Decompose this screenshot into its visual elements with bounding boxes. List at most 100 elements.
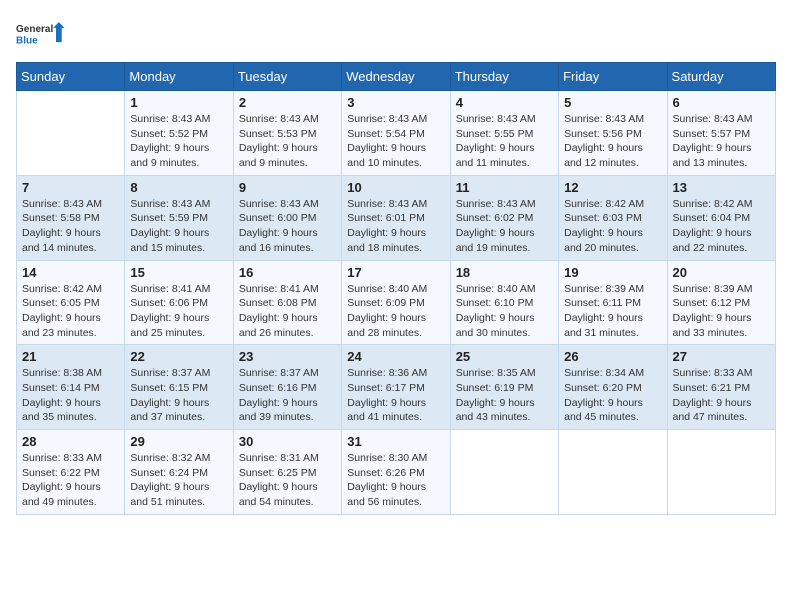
calendar-cell: 1 Sunrise: 8:43 AM Sunset: 5:52 PM Daylig… bbox=[125, 91, 233, 176]
day-number: 2 bbox=[239, 95, 336, 110]
calendar-cell: 22Sunrise: 8:37 AM Sunset: 6:15 PM Dayli… bbox=[125, 345, 233, 430]
day-detail: Sunrise: 8:41 AM Sunset: 6:08 PM Dayligh… bbox=[239, 282, 336, 341]
day-detail: Sunrise: 8:38 AM Sunset: 6:14 PM Dayligh… bbox=[22, 366, 119, 425]
col-header-thursday: Thursday bbox=[450, 63, 558, 91]
col-header-friday: Friday bbox=[559, 63, 667, 91]
day-number: 17 bbox=[347, 265, 444, 280]
day-number: 16 bbox=[239, 265, 336, 280]
calendar-header-row: SundayMondayTuesdayWednesdayThursdayFrid… bbox=[17, 63, 776, 91]
day-number: 6 bbox=[673, 95, 770, 110]
day-detail: Sunrise: 8:40 AM Sunset: 6:10 PM Dayligh… bbox=[456, 282, 553, 341]
calendar-cell: 4 Sunrise: 8:43 AM Sunset: 5:55 PM Daylig… bbox=[450, 91, 558, 176]
day-detail: Sunrise: 8:39 AM Sunset: 6:11 PM Dayligh… bbox=[564, 282, 661, 341]
day-number: 10 bbox=[347, 180, 444, 195]
col-header-tuesday: Tuesday bbox=[233, 63, 341, 91]
calendar-row: 7Sunrise: 8:43 AM Sunset: 5:58 PM Daylig… bbox=[17, 175, 776, 260]
day-number: 5 bbox=[564, 95, 661, 110]
calendar-cell: 28 Sunrise: 8:33 AM Sunset: 6:22 PM Dayli… bbox=[17, 430, 125, 515]
day-detail: Sunrise: 8:43 AM Sunset: 5:53 PM Dayligh… bbox=[239, 112, 336, 171]
day-number: 21 bbox=[22, 349, 119, 364]
calendar-cell: 16 Sunrise: 8:41 AM Sunset: 6:08 PM Dayli… bbox=[233, 260, 341, 345]
day-detail: Sunrise: 8:42 AM Sunset: 6:03 PM Dayligh… bbox=[564, 197, 661, 256]
day-detail: Sunrise: 8:37 AM Sunset: 6:16 PM Dayligh… bbox=[239, 366, 336, 425]
svg-text:Blue: Blue bbox=[16, 36, 38, 47]
page-header: General Blue bbox=[16, 16, 776, 54]
day-number: 1 bbox=[130, 95, 227, 110]
day-detail: Sunrise: 8:42 AM Sunset: 6:04 PM Dayligh… bbox=[673, 197, 770, 256]
day-detail: Sunrise: 8:33 AM Sunset: 6:21 PM Dayligh… bbox=[673, 366, 770, 425]
calendar-cell: 3Sunrise: 8:43 AM Sunset: 5:54 PM Daylig… bbox=[342, 91, 450, 176]
calendar-cell: 30 Sunrise: 8:31 AM Sunset: 6:25 PM Dayli… bbox=[233, 430, 341, 515]
day-detail: Sunrise: 8:43 AM Sunset: 5:54 PM Dayligh… bbox=[347, 112, 444, 171]
day-detail: Sunrise: 8:36 AM Sunset: 6:17 PM Dayligh… bbox=[347, 366, 444, 425]
day-number: 11 bbox=[456, 180, 553, 195]
calendar-cell: 13Sunrise: 8:42 AM Sunset: 6:04 PM Dayli… bbox=[667, 175, 775, 260]
calendar-cell: 29Sunrise: 8:32 AM Sunset: 6:24 PM Dayli… bbox=[125, 430, 233, 515]
day-detail: Sunrise: 8:42 AM Sunset: 6:05 PM Dayligh… bbox=[22, 282, 119, 341]
calendar-cell: 27 Sunrise: 8:33 AM Sunset: 6:21 PM Dayli… bbox=[667, 345, 775, 430]
day-number: 24 bbox=[347, 349, 444, 364]
day-detail: Sunrise: 8:43 AM Sunset: 6:00 PM Dayligh… bbox=[239, 197, 336, 256]
day-detail: Sunrise: 8:34 AM Sunset: 6:20 PM Dayligh… bbox=[564, 366, 661, 425]
day-number: 15 bbox=[130, 265, 227, 280]
calendar-cell: 24 Sunrise: 8:36 AM Sunset: 6:17 PM Dayli… bbox=[342, 345, 450, 430]
day-detail: Sunrise: 8:32 AM Sunset: 6:24 PM Dayligh… bbox=[130, 451, 227, 510]
calendar-cell: 31 Sunrise: 8:30 AM Sunset: 6:26 PM Dayli… bbox=[342, 430, 450, 515]
calendar-cell: 25 Sunrise: 8:35 AM Sunset: 6:19 PM Dayli… bbox=[450, 345, 558, 430]
day-number: 26 bbox=[564, 349, 661, 364]
calendar-row: 1 Sunrise: 8:43 AM Sunset: 5:52 PM Daylig… bbox=[17, 91, 776, 176]
calendar-cell bbox=[559, 430, 667, 515]
day-number: 4 bbox=[456, 95, 553, 110]
day-number: 28 bbox=[22, 434, 119, 449]
day-number: 19 bbox=[564, 265, 661, 280]
calendar-cell: 2 Sunrise: 8:43 AM Sunset: 5:53 PM Daylig… bbox=[233, 91, 341, 176]
calendar-row: 21 Sunrise: 8:38 AM Sunset: 6:14 PM Dayli… bbox=[17, 345, 776, 430]
day-number: 18 bbox=[456, 265, 553, 280]
calendar-cell: 20 Sunrise: 8:39 AM Sunset: 6:12 PM Dayli… bbox=[667, 260, 775, 345]
day-number: 27 bbox=[673, 349, 770, 364]
day-number: 14 bbox=[22, 265, 119, 280]
col-header-sunday: Sunday bbox=[17, 63, 125, 91]
day-detail: Sunrise: 8:43 AM Sunset: 5:59 PM Dayligh… bbox=[130, 197, 227, 256]
day-detail: Sunrise: 8:33 AM Sunset: 6:22 PM Dayligh… bbox=[22, 451, 119, 510]
calendar-cell: 23 Sunrise: 8:37 AM Sunset: 6:16 PM Dayli… bbox=[233, 345, 341, 430]
calendar-cell: 17 Sunrise: 8:40 AM Sunset: 6:09 PM Dayli… bbox=[342, 260, 450, 345]
col-header-monday: Monday bbox=[125, 63, 233, 91]
day-number: 23 bbox=[239, 349, 336, 364]
day-detail: Sunrise: 8:37 AM Sunset: 6:15 PM Dayligh… bbox=[130, 366, 227, 425]
day-number: 30 bbox=[239, 434, 336, 449]
svg-text:General: General bbox=[16, 24, 53, 35]
calendar-table: SundayMondayTuesdayWednesdayThursdayFrid… bbox=[16, 62, 776, 515]
day-number: 12 bbox=[564, 180, 661, 195]
calendar-cell bbox=[450, 430, 558, 515]
day-detail: Sunrise: 8:31 AM Sunset: 6:25 PM Dayligh… bbox=[239, 451, 336, 510]
calendar-cell bbox=[17, 91, 125, 176]
day-number: 8 bbox=[130, 180, 227, 195]
day-detail: Sunrise: 8:35 AM Sunset: 6:19 PM Dayligh… bbox=[456, 366, 553, 425]
day-detail: Sunrise: 8:43 AM Sunset: 5:58 PM Dayligh… bbox=[22, 197, 119, 256]
calendar-cell: 8 Sunrise: 8:43 AM Sunset: 5:59 PM Daylig… bbox=[125, 175, 233, 260]
calendar-cell: 7Sunrise: 8:43 AM Sunset: 5:58 PM Daylig… bbox=[17, 175, 125, 260]
day-detail: Sunrise: 8:43 AM Sunset: 5:52 PM Dayligh… bbox=[130, 112, 227, 171]
calendar-cell: 9 Sunrise: 8:43 AM Sunset: 6:00 PM Daylig… bbox=[233, 175, 341, 260]
day-detail: Sunrise: 8:39 AM Sunset: 6:12 PM Dayligh… bbox=[673, 282, 770, 341]
calendar-cell: 19 Sunrise: 8:39 AM Sunset: 6:11 PM Dayli… bbox=[559, 260, 667, 345]
calendar-cell: 11Sunrise: 8:43 AM Sunset: 6:02 PM Dayli… bbox=[450, 175, 558, 260]
calendar-cell: 26 Sunrise: 8:34 AM Sunset: 6:20 PM Dayli… bbox=[559, 345, 667, 430]
logo: General Blue bbox=[16, 16, 66, 54]
day-detail: Sunrise: 8:30 AM Sunset: 6:26 PM Dayligh… bbox=[347, 451, 444, 510]
logo-svg: General Blue bbox=[16, 16, 66, 54]
day-number: 31 bbox=[347, 434, 444, 449]
day-detail: Sunrise: 8:43 AM Sunset: 6:01 PM Dayligh… bbox=[347, 197, 444, 256]
day-number: 20 bbox=[673, 265, 770, 280]
day-detail: Sunrise: 8:40 AM Sunset: 6:09 PM Dayligh… bbox=[347, 282, 444, 341]
calendar-cell: 5Sunrise: 8:43 AM Sunset: 5:56 PM Daylig… bbox=[559, 91, 667, 176]
day-detail: Sunrise: 8:43 AM Sunset: 5:55 PM Dayligh… bbox=[456, 112, 553, 171]
day-number: 25 bbox=[456, 349, 553, 364]
calendar-cell: 15Sunrise: 8:41 AM Sunset: 6:06 PM Dayli… bbox=[125, 260, 233, 345]
calendar-cell bbox=[667, 430, 775, 515]
day-detail: Sunrise: 8:43 AM Sunset: 5:57 PM Dayligh… bbox=[673, 112, 770, 171]
day-number: 9 bbox=[239, 180, 336, 195]
calendar-row: 14 Sunrise: 8:42 AM Sunset: 6:05 PM Dayli… bbox=[17, 260, 776, 345]
calendar-cell: 12 Sunrise: 8:42 AM Sunset: 6:03 PM Dayli… bbox=[559, 175, 667, 260]
